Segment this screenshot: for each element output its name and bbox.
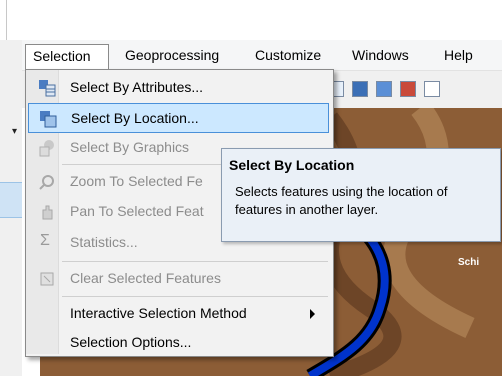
menu-separator (62, 261, 328, 262)
menu-item-select-by-location[interactable]: Select By Location... (28, 103, 329, 133)
menu-help[interactable]: Help (444, 47, 473, 67)
left-panel: ▾ (0, 40, 22, 376)
toc-selected-row[interactable] (0, 182, 22, 218)
menu-item-label: Select By Graphics (70, 139, 190, 155)
menu-item-label: Zoom To Selected Fe (70, 173, 203, 189)
menu-customize[interactable]: Customize (255, 47, 321, 67)
menu-separator (62, 296, 328, 297)
menu-item-label: Clear Selected Features (70, 270, 221, 286)
tooltip-title: Select By Location (229, 157, 355, 173)
menu-selection-label: Selection (33, 48, 91, 64)
pan-selected-icon (38, 203, 56, 221)
submenu-arrow-icon (310, 309, 315, 319)
sigma-icon: Σ (40, 232, 50, 249)
clear-selection-icon (38, 270, 56, 288)
tooltip-body: Selects features using the location of f… (235, 184, 448, 217)
location-select-icon (39, 110, 57, 128)
toolbox-icon[interactable] (352, 81, 368, 97)
table-select-icon (38, 79, 56, 97)
dropdown-caret-icon[interactable]: ▾ (12, 126, 17, 137)
menu-geoprocessing[interactable]: Geoprocessing (125, 47, 219, 67)
window-icon[interactable] (376, 81, 392, 97)
menu-selection[interactable]: Selection (25, 44, 109, 71)
graphics-select-icon (38, 139, 56, 157)
menu-item-label: Select By Location... (71, 110, 199, 126)
menu-windows[interactable]: Windows (352, 47, 409, 67)
menu-item-label: Selection Options... (70, 334, 192, 350)
title-area (0, 0, 502, 40)
app-window: t Geoprocessing Customize Windows Help S… (0, 0, 502, 376)
menu-item-label: Pan To Selected Feat (70, 203, 204, 219)
menu-item-label: Statistics... (70, 234, 138, 250)
menu-item-interactive-selection-method[interactable]: Interactive Selection Method (28, 299, 329, 329)
zoom-selected-icon (38, 173, 56, 191)
python-window-icon[interactable] (424, 81, 440, 97)
menu-item-label: Interactive Selection Method (70, 305, 247, 321)
menu-item-select-by-attributes[interactable]: Select By Attributes... (28, 73, 329, 103)
menu-item-label: Select By Attributes... (70, 79, 204, 95)
menu-item-clear-selected[interactable]: Clear Selected Features (28, 264, 329, 294)
tooltip: Select By Location Selects features usin… (221, 148, 501, 242)
map-label-partial: Schi (458, 257, 479, 268)
catalog-icon[interactable] (400, 81, 416, 97)
menu-item-selection-options[interactable]: Selection Options... (28, 328, 329, 358)
